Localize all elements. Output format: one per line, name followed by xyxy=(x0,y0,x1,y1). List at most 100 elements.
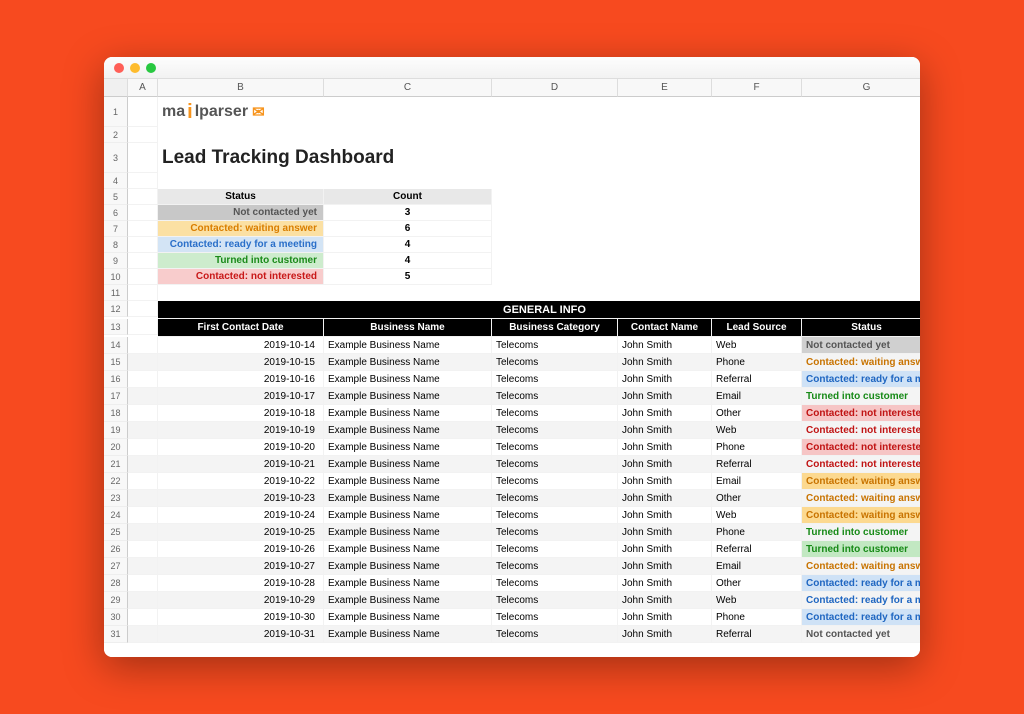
lead-business[interactable]: Example Business Name xyxy=(324,490,492,507)
cell[interactable] xyxy=(492,205,920,221)
lead-business[interactable]: Example Business Name xyxy=(324,592,492,609)
lead-date[interactable]: 2019-10-24 xyxy=(158,507,324,524)
row-header-19[interactable]: 19 xyxy=(104,422,128,439)
cell[interactable] xyxy=(128,371,158,388)
cell[interactable] xyxy=(158,285,920,301)
row-header-6[interactable]: 6 xyxy=(104,205,128,221)
lead-source[interactable]: Web xyxy=(712,507,802,524)
lead-status-dropdown[interactable]: Contacted: ready for a meeting xyxy=(802,371,920,388)
lead-business[interactable]: Example Business Name xyxy=(324,558,492,575)
row-header-12[interactable]: 12 xyxy=(104,301,128,317)
lead-source[interactable]: Referral xyxy=(712,456,802,473)
lead-source[interactable]: Web xyxy=(712,337,802,354)
row-header-30[interactable]: 30 xyxy=(104,609,128,626)
cell[interactable] xyxy=(128,127,158,143)
cell[interactable] xyxy=(128,285,158,301)
lead-date[interactable]: 2019-10-28 xyxy=(158,575,324,592)
cell[interactable] xyxy=(128,558,158,575)
cell[interactable] xyxy=(128,456,158,473)
lead-status-dropdown[interactable]: Contacted: waiting answer xyxy=(802,507,920,524)
lead-status-dropdown[interactable]: Turned into customer xyxy=(802,388,920,405)
lead-contact[interactable]: John Smith xyxy=(618,371,712,388)
row-header-17[interactable]: 17 xyxy=(104,388,128,405)
lead-date[interactable]: 2019-10-29 xyxy=(158,592,324,609)
lead-status-dropdown[interactable]: Not contacted yet xyxy=(802,626,920,643)
row-header-20[interactable]: 20 xyxy=(104,439,128,456)
lead-date[interactable]: 2019-10-25 xyxy=(158,524,324,541)
row-header-16[interactable]: 16 xyxy=(104,371,128,388)
row-header-13[interactable]: 13 xyxy=(104,319,128,335)
lead-business[interactable]: Example Business Name xyxy=(324,524,492,541)
lead-category[interactable]: Telecoms xyxy=(492,609,618,626)
lead-category[interactable]: Telecoms xyxy=(492,354,618,371)
lead-category[interactable]: Telecoms xyxy=(492,371,618,388)
row-header-7[interactable]: 7 xyxy=(104,221,128,237)
lead-category[interactable]: Telecoms xyxy=(492,473,618,490)
row-header-10[interactable]: 10 xyxy=(104,269,128,285)
lead-category[interactable]: Telecoms xyxy=(492,456,618,473)
lead-business[interactable]: Example Business Name xyxy=(324,371,492,388)
cell[interactable] xyxy=(158,127,920,143)
cell[interactable] xyxy=(128,626,158,643)
row-header-18[interactable]: 18 xyxy=(104,405,128,422)
cell[interactable] xyxy=(128,337,158,354)
lead-business[interactable]: Example Business Name xyxy=(324,626,492,643)
cell[interactable] xyxy=(128,269,158,285)
spreadsheet[interactable]: ABCDEFG 1mailparser✉23Lead Tracking Dash… xyxy=(104,79,920,657)
col-header-A[interactable]: A xyxy=(128,79,158,97)
row-header-4[interactable]: 4 xyxy=(104,173,128,189)
lead-source[interactable]: Referral xyxy=(712,626,802,643)
lead-status-dropdown[interactable]: Contacted: ready for a meeting xyxy=(802,592,920,609)
lead-source[interactable]: Web xyxy=(712,592,802,609)
lead-contact[interactable]: John Smith xyxy=(618,592,712,609)
cell[interactable] xyxy=(128,524,158,541)
lead-business[interactable]: Example Business Name xyxy=(324,541,492,558)
cell[interactable] xyxy=(128,143,158,173)
select-all-cell[interactable] xyxy=(104,79,128,97)
row-header-5[interactable]: 5 xyxy=(104,189,128,205)
lead-contact[interactable]: John Smith xyxy=(618,541,712,558)
cell[interactable] xyxy=(128,541,158,558)
lead-date[interactable]: 2019-10-16 xyxy=(158,371,324,388)
lead-status-dropdown[interactable]: Contacted: waiting answer xyxy=(802,354,920,371)
lead-contact[interactable]: John Smith xyxy=(618,405,712,422)
lead-status-dropdown[interactable]: Contacted: not interested xyxy=(802,405,920,422)
lead-source[interactable]: Other xyxy=(712,405,802,422)
lead-contact[interactable]: John Smith xyxy=(618,388,712,405)
cell[interactable] xyxy=(128,221,158,237)
cell[interactable] xyxy=(492,221,920,237)
lead-business[interactable]: Example Business Name xyxy=(324,473,492,490)
cell[interactable] xyxy=(492,189,920,205)
lead-category[interactable]: Telecoms xyxy=(492,541,618,558)
lead-business[interactable]: Example Business Name xyxy=(324,439,492,456)
minimize-icon[interactable] xyxy=(130,63,140,73)
cell[interactable] xyxy=(128,354,158,371)
cell[interactable] xyxy=(128,173,158,189)
close-icon[interactable] xyxy=(114,63,124,73)
lead-date[interactable]: 2019-10-22 xyxy=(158,473,324,490)
row-header-31[interactable]: 31 xyxy=(104,626,128,643)
lead-status-dropdown[interactable]: Contacted: not interested xyxy=(802,422,920,439)
lead-contact[interactable]: John Smith xyxy=(618,439,712,456)
col-header-D[interactable]: D xyxy=(492,79,618,97)
lead-business[interactable]: Example Business Name xyxy=(324,405,492,422)
row-header-15[interactable]: 15 xyxy=(104,354,128,371)
lead-status-dropdown[interactable]: Turned into customer xyxy=(802,541,920,558)
col-header-B[interactable]: B xyxy=(158,79,324,97)
lead-source[interactable]: Web xyxy=(712,422,802,439)
lead-source[interactable]: Email xyxy=(712,388,802,405)
lead-category[interactable]: Telecoms xyxy=(492,490,618,507)
cell[interactable] xyxy=(128,592,158,609)
lead-source[interactable]: Phone xyxy=(712,354,802,371)
lead-status-dropdown[interactable]: Contacted: waiting answer xyxy=(802,558,920,575)
lead-status-dropdown[interactable]: Contacted: waiting answer xyxy=(802,473,920,490)
lead-category[interactable]: Telecoms xyxy=(492,507,618,524)
row-header-26[interactable]: 26 xyxy=(104,541,128,558)
row-header-27[interactable]: 27 xyxy=(104,558,128,575)
cell[interactable] xyxy=(128,507,158,524)
cell[interactable] xyxy=(128,405,158,422)
lead-contact[interactable]: John Smith xyxy=(618,626,712,643)
row-header-23[interactable]: 23 xyxy=(104,490,128,507)
lead-source[interactable]: Referral xyxy=(712,541,802,558)
lead-business[interactable]: Example Business Name xyxy=(324,354,492,371)
